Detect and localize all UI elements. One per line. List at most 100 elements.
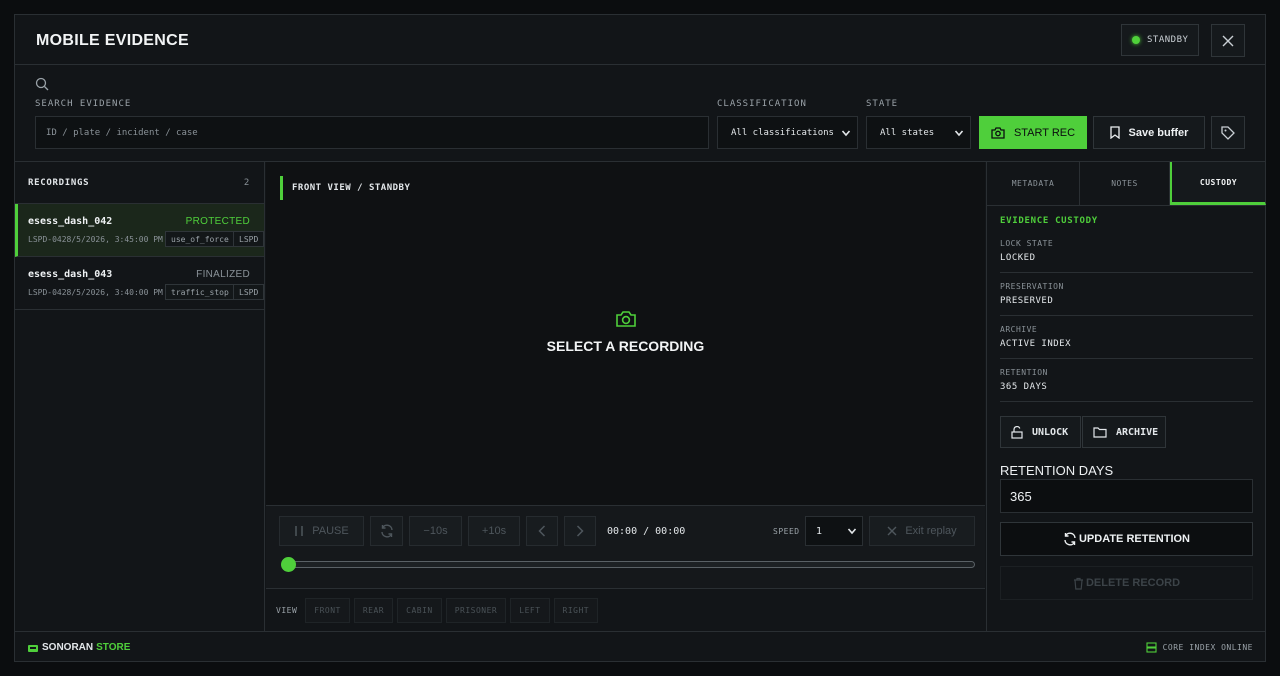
delete-record-button[interactable]: DELETE RECORD	[1000, 566, 1253, 600]
archive-button[interactable]: ARCHIVE	[1082, 416, 1166, 448]
exit-replay-button[interactable]: Exit replay	[869, 516, 975, 546]
view-front-button[interactable]: FRONT	[305, 598, 350, 623]
unlock-label: UNLOCK	[1032, 426, 1069, 438]
recording-agency: LSPD	[233, 284, 265, 300]
skip-back-button[interactable]: −10s	[409, 516, 462, 546]
chevron-right-icon	[576, 525, 584, 537]
recording-name: esess_dash_043	[28, 269, 113, 280]
pause-button[interactable]: PAUSE	[279, 516, 364, 546]
recordings-title: RECORDINGS	[28, 177, 90, 188]
server-icon	[1146, 642, 1157, 653]
field-retention: RETENTION 365 DAYS	[1000, 359, 1253, 402]
filter-bar: SEARCH EVIDENCE CLASSIFICATION All class…	[15, 66, 1265, 162]
update-retention-button[interactable]: UPDATE RETENTION	[1000, 522, 1253, 556]
next-button[interactable]	[564, 516, 596, 546]
recording-meta: LSPD-0428/5/2026, 3:45:00 PM	[28, 235, 163, 244]
retention-days-label: RETENTION DAYS	[1000, 463, 1114, 478]
speed-value: 1	[816, 525, 823, 537]
unlock-button[interactable]: UNLOCK	[1000, 416, 1081, 448]
view-label: FRONT VIEW / STANDBY	[280, 176, 410, 200]
recordings-count: 2	[243, 177, 250, 188]
state-select[interactable]: All states	[866, 116, 971, 149]
start-rec-button[interactable]: START REC	[979, 116, 1087, 149]
view-prisoner-button[interactable]: PRISONER	[445, 598, 507, 623]
exit-replay-label: Exit replay	[905, 525, 957, 537]
save-buffer-button[interactable]: Save buffer	[1093, 116, 1205, 149]
field-key: LOCK STATE	[1000, 239, 1054, 248]
recording-tag: traffic_stop	[165, 284, 235, 300]
brand-logo: SONORAN STORE	[27, 642, 130, 653]
classification-label: CLASSIFICATION	[717, 99, 807, 109]
empty-state-text: SELECT A RECORDING	[546, 338, 705, 354]
update-retention-label: UPDATE RETENTION	[1078, 533, 1191, 545]
recording-name: esess_dash_042	[28, 216, 113, 227]
speed-select[interactable]: 1	[805, 516, 863, 546]
save-buffer-label: Save buffer	[1128, 126, 1189, 139]
view-rear-button[interactable]: REAR	[353, 598, 394, 623]
view-cabin-button[interactable]: CABIN	[397, 598, 442, 623]
footer: SONORAN STORE CORE INDEX ONLINE	[15, 631, 1265, 662]
section-title: EVIDENCE CUSTODY	[1000, 216, 1098, 226]
pause-icon	[295, 526, 303, 536]
recording-tag: use_of_force	[165, 231, 235, 247]
view-right-button[interactable]: RIGHT	[553, 598, 599, 623]
refresh-icon	[1064, 532, 1076, 546]
field-value: 365 DAYS	[1000, 382, 1048, 392]
field-preservation: PRESERVATION PRESERVED	[1000, 273, 1253, 316]
tag-button[interactable]	[1211, 116, 1245, 149]
app-window: MOBILE EVIDENCE STANDBY SEARCH EVIDENCE …	[14, 14, 1266, 662]
chevron-down-icon	[954, 129, 964, 136]
view-left-button[interactable]: LEFT	[510, 598, 550, 623]
field-key: ARCHIVE	[1000, 325, 1038, 334]
search-input[interactable]	[35, 116, 709, 149]
timeline-track[interactable]	[288, 561, 975, 568]
status-badge: STANDBY	[1121, 24, 1199, 56]
brand-icon	[28, 644, 38, 652]
delete-record-label: DELETE RECORD	[1085, 577, 1181, 589]
video-viewer[interactable]: FRONT VIEW / STANDBY SELECT A RECORDING	[266, 162, 985, 505]
classification-select[interactable]: All classifications	[717, 116, 858, 149]
tag-icon	[1221, 125, 1235, 140]
field-key: PRESERVATION	[1000, 282, 1064, 291]
folder-icon	[1093, 427, 1107, 438]
tab-bar: METADATA NOTES CUSTODY	[987, 162, 1266, 206]
field-lock-state: LOCK STATE LOCKED	[1000, 230, 1253, 273]
page-title: MOBILE EVIDENCE	[36, 32, 189, 49]
index-status-text: CORE INDEX ONLINE	[1162, 643, 1253, 652]
recording-item[interactable]: esess_dash_042 PROTECTED LSPD-0428/5/202…	[15, 204, 265, 257]
camera-icon	[615, 311, 636, 327]
tab-custody[interactable]: CUSTODY	[1170, 162, 1266, 205]
tab-metadata[interactable]: METADATA	[987, 162, 1080, 205]
close-button[interactable]	[1211, 24, 1245, 57]
skip-forward-button[interactable]: +10s	[468, 516, 520, 546]
field-value: ACTIVE INDEX	[1000, 339, 1072, 349]
brand-name: SONORAN	[42, 642, 94, 653]
classification-value: All classifications	[731, 127, 834, 138]
chevron-down-icon	[847, 528, 857, 535]
tab-notes[interactable]: NOTES	[1080, 162, 1170, 205]
view-selector: VIEW FRONT REAR CABIN PRISONER LEFT RIGH…	[266, 590, 985, 631]
camera-icon	[991, 126, 1005, 139]
prev-button[interactable]	[526, 516, 558, 546]
index-status: CORE INDEX ONLINE	[1146, 642, 1253, 653]
recording-item[interactable]: esess_dash_043 FINALIZED LSPD-0428/5/202…	[15, 257, 265, 310]
refresh-icon	[380, 524, 393, 538]
loop-button[interactable]	[370, 516, 403, 546]
field-value: LOCKED	[1000, 253, 1036, 263]
timeline-scrubber[interactable]	[281, 557, 296, 572]
trash-icon	[1073, 577, 1083, 590]
start-rec-label: START REC	[1013, 126, 1076, 139]
chevron-left-icon	[538, 525, 546, 537]
recording-meta: LSPD-0428/5/2026, 3:40:00 PM	[28, 288, 163, 297]
retention-days-input[interactable]	[1000, 479, 1253, 513]
brand-name-accent: STORE	[96, 642, 131, 653]
recordings-header: RECORDINGS 2	[15, 162, 264, 204]
close-icon	[887, 526, 897, 536]
field-value: PRESERVED	[1000, 296, 1054, 306]
pause-label: PAUSE	[312, 525, 349, 537]
state-label: STATE	[866, 99, 899, 109]
recording-status: PROTECTED	[185, 216, 250, 227]
speed-label: SPEED	[773, 527, 800, 536]
viewer-panel: FRONT VIEW / STANDBY SELECT A RECORDING …	[266, 162, 985, 631]
field-archive: ARCHIVE ACTIVE INDEX	[1000, 316, 1253, 359]
